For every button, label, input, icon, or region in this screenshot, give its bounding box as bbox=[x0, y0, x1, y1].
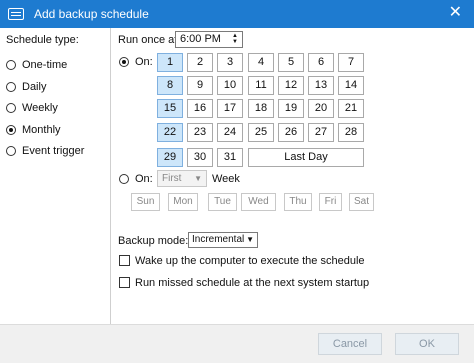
on-week-option[interactable]: On: bbox=[119, 173, 153, 185]
radio-daily[interactable]: Daily bbox=[6, 81, 46, 93]
day-button-2[interactable]: 2 bbox=[187, 53, 213, 72]
day-button-29[interactable]: 29 bbox=[157, 148, 183, 167]
on-days-option[interactable]: On: bbox=[119, 56, 153, 68]
day-button-30[interactable]: 30 bbox=[187, 148, 213, 167]
radio-selected-icon[interactable] bbox=[119, 57, 129, 67]
day-button-9[interactable]: 9 bbox=[187, 76, 213, 95]
radio-one-time[interactable]: One-time bbox=[6, 59, 67, 71]
window-title: Add backup schedule bbox=[34, 7, 149, 21]
day-button-24[interactable]: 24 bbox=[217, 123, 243, 142]
day-button-15[interactable]: 15 bbox=[157, 99, 183, 118]
day-button-28[interactable]: 28 bbox=[338, 123, 364, 142]
day-button-1[interactable]: 1 bbox=[157, 53, 183, 72]
ok-button[interactable]: OK bbox=[395, 333, 459, 355]
schedule-type-panel: Schedule type: One-time Daily Weekly Mon… bbox=[0, 28, 111, 324]
cancel-button[interactable]: Cancel bbox=[318, 333, 382, 355]
day-button-3[interactable]: 3 bbox=[217, 53, 243, 72]
radio-label: Monthly bbox=[22, 124, 61, 136]
chevron-down-icon: ▼ bbox=[194, 174, 202, 183]
day-button-18[interactable]: 18 bbox=[248, 99, 274, 118]
weekday-fri[interactable]: Fri bbox=[319, 193, 342, 211]
day-button-26[interactable]: 26 bbox=[278, 123, 304, 142]
run-once-label: Run once at bbox=[118, 34, 178, 46]
day-button-22[interactable]: 22 bbox=[157, 123, 183, 142]
last-day-button[interactable]: Last Day bbox=[248, 148, 364, 167]
day-button-4[interactable]: 4 bbox=[248, 53, 274, 72]
day-button-17[interactable]: 17 bbox=[217, 99, 243, 118]
weekday-tue[interactable]: Tue bbox=[208, 193, 237, 211]
backup-mode-label: Backup mode: bbox=[118, 235, 189, 247]
on-week-label: On: bbox=[135, 173, 153, 185]
weekday-wed[interactable]: Wed bbox=[241, 193, 276, 211]
day-button-12[interactable]: 12 bbox=[278, 76, 304, 95]
radio-label: One-time bbox=[22, 59, 68, 71]
weekday-thu[interactable]: Thu bbox=[284, 193, 312, 211]
chevron-down-icon: ▼ bbox=[246, 235, 254, 244]
day-button-10[interactable]: 10 bbox=[217, 76, 243, 95]
day-button-14[interactable]: 14 bbox=[338, 76, 364, 95]
radio-label: Event trigger bbox=[22, 145, 85, 157]
backup-mode-value: Incremental bbox=[192, 234, 245, 245]
radio-weekly[interactable]: Weekly bbox=[6, 102, 58, 114]
missed-label: Run missed schedule at the next system s… bbox=[135, 277, 370, 289]
weekday-sun[interactable]: Sun bbox=[131, 193, 160, 211]
day-button-5[interactable]: 5 bbox=[278, 53, 304, 72]
radio-label: Weekly bbox=[22, 102, 58, 114]
radio-label: Daily bbox=[22, 81, 47, 93]
radio-monthly[interactable]: Monthly bbox=[6, 124, 61, 136]
day-button-19[interactable]: 19 bbox=[278, 99, 304, 118]
close-icon[interactable]: ✕ bbox=[449, 5, 462, 21]
radio-icon[interactable] bbox=[6, 146, 16, 156]
radio-icon[interactable] bbox=[119, 174, 129, 184]
day-button-27[interactable]: 27 bbox=[308, 123, 334, 142]
day-button-20[interactable]: 20 bbox=[308, 99, 334, 118]
day-button-23[interactable]: 23 bbox=[187, 123, 213, 142]
schedule-type-label: Schedule type: bbox=[6, 34, 79, 46]
wake-label: Wake up the computer to execute the sche… bbox=[135, 255, 365, 267]
day-button-31[interactable]: 31 bbox=[217, 148, 243, 167]
day-button-8[interactable]: 8 bbox=[157, 76, 183, 95]
time-value: 6:00 PM bbox=[180, 33, 221, 45]
spin-arrows-icon[interactable]: ▲ ▼ bbox=[231, 33, 239, 46]
day-button-21[interactable]: 21 bbox=[338, 99, 364, 118]
radio-selected-icon[interactable] bbox=[6, 125, 16, 135]
title-bar: Add backup schedule ✕ bbox=[0, 0, 474, 28]
day-button-6[interactable]: 6 bbox=[308, 53, 334, 72]
weekday-sat[interactable]: Sat bbox=[349, 193, 374, 211]
ordinal-value: First bbox=[162, 173, 182, 184]
weekday-mon[interactable]: Mon bbox=[168, 193, 198, 211]
week-label: Week bbox=[212, 173, 240, 185]
backup-mode-select[interactable]: Incremental ▼ bbox=[188, 232, 258, 248]
wake-checkbox[interactable] bbox=[119, 255, 130, 266]
missed-checkbox[interactable] bbox=[119, 277, 130, 288]
schedule-icon bbox=[8, 8, 24, 20]
radio-icon[interactable] bbox=[6, 103, 16, 113]
day-button-16[interactable]: 16 bbox=[187, 99, 213, 118]
time-picker[interactable]: 6:00 PM ▲ ▼ bbox=[175, 31, 243, 48]
day-button-25[interactable]: 25 bbox=[248, 123, 274, 142]
on-days-label: On: bbox=[135, 56, 153, 68]
ordinal-select[interactable]: First ▼ bbox=[157, 170, 207, 187]
day-button-7[interactable]: 7 bbox=[338, 53, 364, 72]
radio-icon[interactable] bbox=[6, 60, 16, 70]
day-button-13[interactable]: 13 bbox=[308, 76, 334, 95]
radio-icon[interactable] bbox=[6, 82, 16, 92]
radio-event-trigger[interactable]: Event trigger bbox=[6, 145, 84, 157]
day-button-11[interactable]: 11 bbox=[248, 76, 274, 95]
